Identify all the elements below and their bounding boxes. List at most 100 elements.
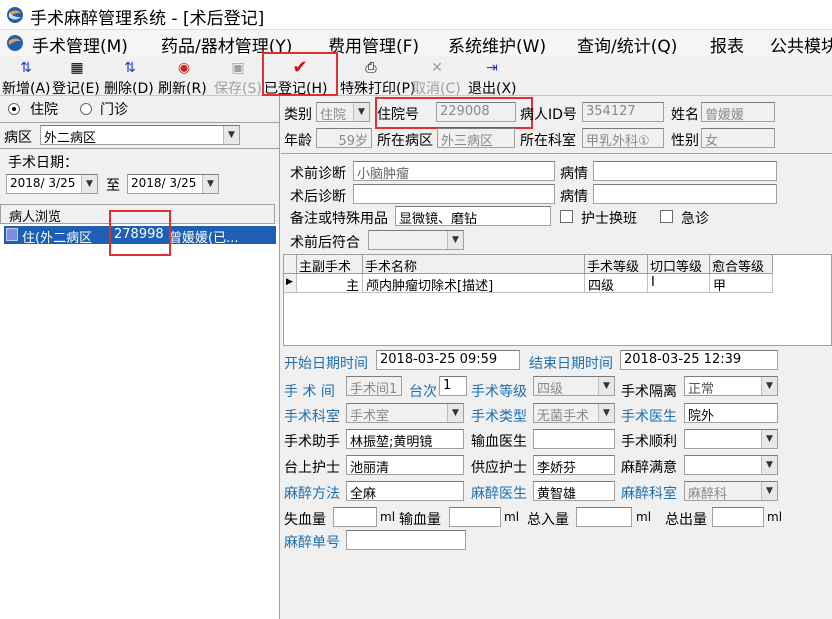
register-button[interactable]: ▦ 登记(E) bbox=[52, 58, 102, 97]
unit-ml: ml bbox=[767, 510, 783, 524]
date-from-picker[interactable]: 2018/ 3/25 ▼ bbox=[6, 174, 98, 194]
output-field[interactable] bbox=[712, 507, 764, 527]
nurse-swap-checkbox[interactable] bbox=[560, 210, 573, 223]
assistant-field[interactable]: 林振堃;黄明镜 bbox=[346, 429, 464, 449]
notes-label: 备注或特殊用品 bbox=[290, 211, 388, 227]
refresh-button[interactable]: ◉ 刷新(R) bbox=[158, 58, 210, 97]
check-icon: ✔ bbox=[292, 57, 308, 78]
chevron-down-icon[interactable]: ▼ bbox=[223, 126, 239, 144]
level-select[interactable]: 四级 ▼ bbox=[533, 376, 615, 396]
anes-no-field[interactable] bbox=[346, 530, 466, 550]
anes-satisfied-select[interactable]: ▼ bbox=[684, 455, 778, 475]
column-header[interactable]: 手术名称 bbox=[363, 255, 585, 274]
chevron-down-icon[interactable]: ▼ bbox=[447, 231, 463, 249]
column-header[interactable]: 手术等级 bbox=[585, 255, 648, 274]
chevron-down-icon[interactable]: ▼ bbox=[353, 103, 369, 121]
registered-button[interactable]: ✔ 已登记(H) bbox=[262, 52, 338, 97]
chevron-down-icon[interactable]: ▼ bbox=[761, 456, 777, 474]
patient-list[interactable]: 住(外二病区 278998 曾媛媛(已... bbox=[0, 224, 279, 619]
menu-reports[interactable]: 报表 bbox=[710, 32, 744, 57]
outpatient-radio[interactable] bbox=[80, 103, 92, 115]
end-time-field[interactable]: 2018-03-25 12:39 bbox=[620, 350, 778, 370]
supply-nurse-field[interactable]: 李娇芬 bbox=[533, 455, 615, 475]
inpatient-radio[interactable] bbox=[8, 103, 20, 115]
column-header[interactable]: 愈合等级 bbox=[710, 255, 773, 274]
menu-common[interactable]: 公共模块 bbox=[770, 32, 832, 57]
condition2-field[interactable] bbox=[593, 184, 777, 204]
transfusion-field[interactable] bbox=[449, 507, 501, 527]
anes-method-label: 麻醉方法 bbox=[284, 486, 340, 502]
ward-select[interactable]: 外二病区 ▼ bbox=[40, 125, 240, 145]
register-icon: ▦ bbox=[70, 60, 84, 76]
chevron-down-icon[interactable]: ▼ bbox=[761, 430, 777, 448]
room-field[interactable]: 手术间1 bbox=[346, 376, 402, 396]
surgery-type-select[interactable]: 无菌手术 ▼ bbox=[533, 403, 615, 423]
chevron-down-icon[interactable]: ▼ bbox=[761, 377, 777, 395]
unit-ml: ml bbox=[504, 510, 520, 524]
menu-bar: 手术管理(M) 药品/器材管理(Y) 费用管理(F) 系统维护(W) 查询/统计… bbox=[0, 30, 832, 57]
smooth-select[interactable]: ▼ bbox=[684, 429, 778, 449]
delete-button[interactable]: ⇅ 删除(D) bbox=[104, 58, 156, 97]
surgery-dept-select[interactable]: 手术室 ▼ bbox=[346, 403, 464, 423]
column-header[interactable]: 切口等级 bbox=[648, 255, 710, 274]
menu-surgery[interactable]: 手术管理(M) bbox=[32, 32, 128, 57]
name-field[interactable]: 曾媛媛 bbox=[701, 102, 775, 122]
pid-field[interactable]: 354127 bbox=[582, 102, 664, 122]
save-button[interactable]: ▣ 保存(S) bbox=[214, 58, 262, 97]
dept-field[interactable]: 甲乳外科① bbox=[582, 128, 664, 148]
post-diag-field[interactable] bbox=[353, 184, 555, 204]
surgeon-field[interactable]: 院外 bbox=[684, 403, 778, 423]
column-header[interactable]: 主副手术 bbox=[297, 255, 363, 274]
name-label: 姓名 bbox=[671, 107, 699, 123]
chevron-down-icon[interactable]: ▼ bbox=[202, 175, 218, 193]
pid-label: 病人ID号 bbox=[520, 107, 577, 123]
exit-icon: ⇥ bbox=[486, 60, 498, 76]
type-select[interactable]: 住院 ▼ bbox=[316, 102, 370, 122]
exit-button[interactable]: ⇥ 退出(X) bbox=[468, 58, 517, 97]
condition1-field[interactable] bbox=[593, 161, 777, 181]
transfusion-doctor-field[interactable] bbox=[533, 429, 615, 449]
title-bar: 手术麻醉管理系统 - [术后登记] bbox=[0, 0, 832, 30]
sex-field[interactable]: 女 bbox=[701, 128, 775, 148]
anes-method-field[interactable]: 全麻 bbox=[346, 481, 464, 501]
chevron-down-icon[interactable]: ▼ bbox=[447, 404, 463, 422]
ward-label: 病区 bbox=[4, 130, 32, 146]
table-cell[interactable]: 颅内肿瘤切除术[描述] bbox=[363, 274, 585, 293]
start-time-field[interactable]: 2018-03-25 09:59 bbox=[376, 350, 520, 370]
seq-field[interactable]: 1 bbox=[439, 376, 467, 396]
chevron-down-icon[interactable]: ▼ bbox=[761, 482, 777, 500]
surgery-grid[interactable]: 主副手术 手术名称 手术等级 切口等级 愈合等级 ▶ 主 颅内肿瘤切除术[描述]… bbox=[283, 254, 832, 346]
table-cell[interactable]: 主 bbox=[297, 274, 363, 293]
menu-fees[interactable]: 费用管理(F) bbox=[328, 32, 419, 57]
age-field[interactable]: 59岁 bbox=[316, 128, 372, 148]
table-cell[interactable]: 甲 bbox=[710, 274, 773, 293]
onsite-nurse-label: 台上护士 bbox=[284, 460, 340, 476]
match-select[interactable]: ▼ bbox=[368, 230, 464, 250]
table-cell[interactable]: Ⅰ bbox=[648, 274, 710, 293]
table-cell[interactable]: 四级 bbox=[585, 274, 648, 293]
menu-system[interactable]: 系统维护(W) bbox=[448, 32, 546, 57]
notes-field[interactable]: 显微镜、磨钻 bbox=[395, 206, 551, 226]
chevron-down-icon[interactable]: ▼ bbox=[598, 377, 614, 395]
anes-dept-select[interactable]: 麻醉科 ▼ bbox=[684, 481, 778, 501]
condition2-label: 病情 bbox=[560, 189, 588, 205]
cancel-button[interactable]: ✕ 取消(C) bbox=[412, 58, 462, 97]
pre-diag-label: 术前诊断 bbox=[290, 166, 346, 182]
special-print-button[interactable]: ⎙ 特殊打印(P) bbox=[340, 58, 415, 97]
date-to-label: 至 bbox=[106, 178, 120, 194]
menu-query[interactable]: 查询/统计(Q) bbox=[577, 32, 677, 57]
date-to-picker[interactable]: 2018/ 3/25 ▼ bbox=[127, 174, 219, 194]
emergency-checkbox[interactable] bbox=[660, 210, 673, 223]
patient-prefix: 住(外二病区 bbox=[22, 231, 93, 244]
isolation-select[interactable]: 正常 ▼ bbox=[684, 376, 778, 396]
chevron-down-icon[interactable]: ▼ bbox=[598, 404, 614, 422]
onsite-nurse-field[interactable]: 池丽清 bbox=[346, 455, 464, 475]
chevron-down-icon[interactable]: ▼ bbox=[81, 175, 97, 193]
new-button[interactable]: ⇅ 新增(A) bbox=[2, 58, 51, 97]
blood-loss-field[interactable] bbox=[333, 507, 377, 527]
intake-field[interactable] bbox=[576, 507, 632, 527]
pre-diag-field[interactable]: 小脑肿瘤 bbox=[353, 161, 555, 181]
patient-ward-field[interactable]: 外三病区 bbox=[437, 128, 515, 148]
end-time-label: 结束日期时间 bbox=[529, 356, 613, 372]
anes-doctor-field[interactable]: 黄智雄 bbox=[533, 481, 615, 501]
